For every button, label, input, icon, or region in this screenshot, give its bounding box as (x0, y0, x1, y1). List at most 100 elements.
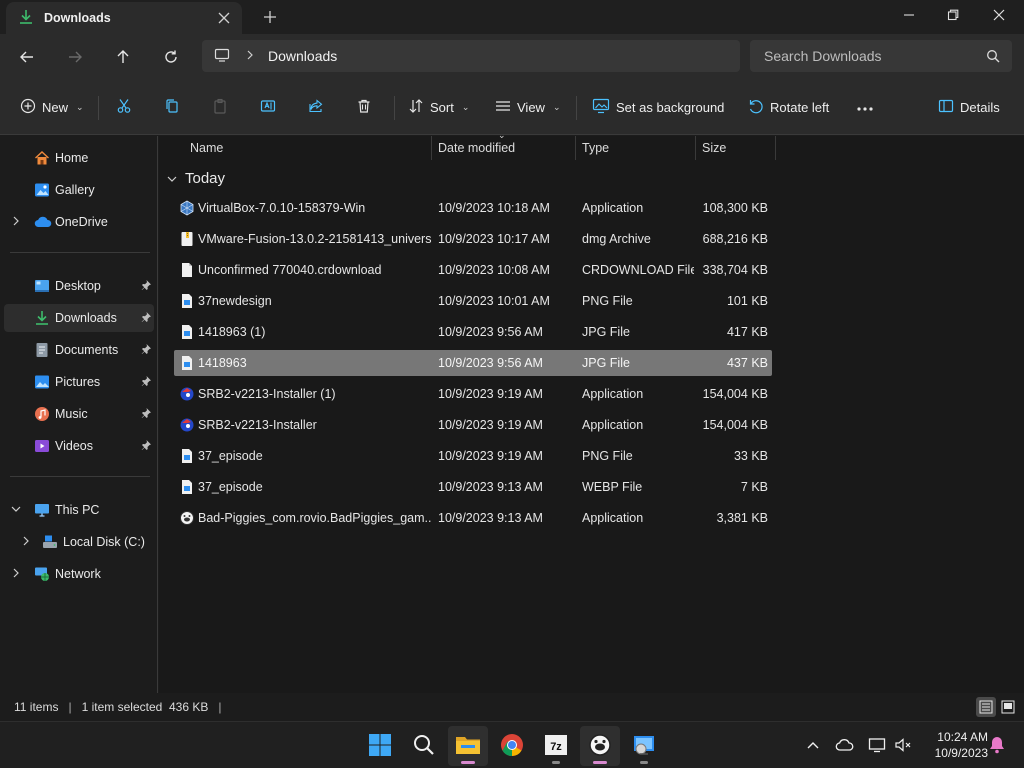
new-button[interactable]: New ⌄ (20, 93, 84, 121)
file-name: Unconfirmed 770040.crdownload (198, 263, 382, 277)
chrome-icon (500, 733, 524, 760)
copy-button[interactable] (164, 93, 180, 121)
up-button[interactable] (108, 43, 138, 71)
start-button[interactable] (360, 726, 400, 766)
pin-icon[interactable] (140, 311, 152, 326)
paste-button[interactable] (212, 93, 228, 121)
file-name: VMware-Fusion-13.0.2-21581413_universal (198, 232, 432, 246)
sidebar-item-gallery[interactable]: Gallery (4, 176, 154, 204)
cut-button[interactable] (116, 93, 132, 121)
file-size: 437 KB (726, 356, 768, 370)
rotate-left-button[interactable]: Rotate left (748, 93, 829, 121)
forward-button[interactable] (60, 43, 90, 71)
taskbar-file-explorer[interactable] (448, 726, 488, 766)
file-row[interactable]: 37_episode 10/9/2023 9:19 AM PNG File 33… (174, 443, 772, 469)
file-row[interactable]: 37_episode 10/9/2023 9:13 AM WEBP File 7… (174, 474, 772, 500)
divider (10, 476, 150, 477)
taskbar-installer[interactable] (624, 726, 664, 766)
volume-muted-icon[interactable] (892, 734, 914, 756)
pictures-icon (34, 374, 50, 390)
search-placeholder: Search Downloads (764, 48, 882, 64)
wallpaper-icon (592, 98, 610, 117)
pin-icon[interactable] (140, 439, 152, 454)
close-window-button[interactable] (976, 0, 1022, 30)
sidebar-item-local-disk[interactable]: Local Disk (C:) (4, 528, 154, 556)
pin-icon[interactable] (140, 279, 152, 294)
taskbar-bad-piggies[interactable] (580, 726, 620, 766)
maximize-button[interactable] (930, 0, 976, 30)
clock[interactable]: 10:24 AM 10/9/2023 (918, 729, 988, 761)
rename-button[interactable] (260, 93, 276, 121)
display-tray-icon[interactable] (866, 734, 888, 756)
file-row-selected[interactable]: 1418963 10/9/2023 9:56 AM JPG File 437 K… (174, 350, 772, 376)
tab-downloads[interactable]: Downloads (6, 2, 242, 34)
sidebar-item-network[interactable]: Network (4, 560, 154, 588)
breadcrumb-downloads[interactable]: Downloads (268, 48, 337, 64)
chevron-down-icon[interactable] (10, 505, 22, 516)
file-row[interactable]: 1418963 (1) 10/9/2023 9:56 AM JPG File 4… (174, 319, 772, 345)
show-hidden-icons-button[interactable] (802, 734, 824, 756)
file-row[interactable]: SRB2-v2213-Installer (1) 10/9/2023 9:19 … (174, 381, 772, 407)
onedrive-tray-icon[interactable] (834, 734, 856, 756)
chevron-right-icon[interactable] (10, 568, 22, 581)
file-type: dmg Archive (582, 232, 651, 246)
sidebar-item-label: Documents (55, 343, 119, 357)
details-label: Details (960, 99, 1000, 115)
pin-icon[interactable] (140, 375, 152, 390)
details-pane-button[interactable]: Details (938, 93, 1000, 121)
file-row[interactable]: Unconfirmed 770040.crdownload 10/9/2023 … (174, 257, 772, 283)
pin-icon[interactable] (140, 407, 152, 422)
minimize-button[interactable] (886, 0, 932, 30)
active-indicator (461, 761, 475, 764)
item-count: 11 items (14, 700, 59, 714)
sidebar-item-videos[interactable]: Videos (4, 432, 154, 460)
file-type: Application (582, 387, 644, 401)
share-button[interactable] (308, 93, 324, 121)
taskbar-chrome[interactable] (492, 726, 532, 766)
sidebar-item-this-pc[interactable]: This PC (4, 496, 154, 524)
pin-icon[interactable] (140, 343, 152, 358)
file-row[interactable]: VirtualBox-7.0.10-158379-Win 10/9/2023 1… (174, 195, 772, 221)
refresh-button[interactable] (156, 43, 186, 71)
sidebar-item-music[interactable]: Music (4, 400, 154, 428)
taskbar-search-button[interactable] (404, 726, 444, 766)
sidebar-item-onedrive[interactable]: OneDrive (4, 208, 154, 236)
notification-bell-icon[interactable] (986, 734, 1008, 756)
details-view-button[interactable] (976, 697, 996, 717)
taskbar-7zip[interactable]: 7z (536, 726, 576, 766)
back-button[interactable] (12, 43, 42, 71)
close-tab-icon[interactable] (214, 8, 234, 28)
column-header-date[interactable]: Date modified ⌄ (432, 130, 576, 160)
search-input[interactable]: Search Downloads (750, 40, 1012, 72)
sidebar-item-downloads[interactable]: Downloads (4, 304, 154, 332)
active-indicator (593, 761, 607, 764)
file-row[interactable]: 37newdesign 10/9/2023 10:01 AM PNG File … (174, 288, 772, 314)
column-header-size[interactable]: Size (696, 136, 776, 160)
chevron-down-icon (167, 170, 177, 187)
large-icons-view-button[interactable] (998, 697, 1018, 717)
sidebar-item-desktop[interactable]: Desktop (4, 272, 154, 300)
chevron-down-icon: ⌄ (552, 101, 561, 112)
file-row[interactable]: Bad-Piggies_com.rovio.BadPiggies_gam... … (174, 505, 772, 531)
set-as-background-button[interactable]: Set as background (592, 93, 724, 121)
sidebar-item-pictures[interactable]: Pictures (4, 368, 154, 396)
sidebar-item-documents[interactable]: Documents (4, 336, 154, 364)
chevron-right-icon[interactable] (20, 536, 32, 549)
delete-button[interactable] (356, 93, 372, 121)
file-row[interactable]: VMware-Fusion-13.0.2-21581413_universal … (174, 226, 772, 252)
column-header-type[interactable]: Type (576, 136, 696, 160)
sort-button[interactable]: Sort ⌄ (408, 93, 469, 121)
sidebar-item-home[interactable]: Home (4, 144, 154, 172)
view-button[interactable]: View ⌄ (495, 93, 561, 121)
more-options-button[interactable] (856, 93, 874, 121)
file-size: 154,004 KB (702, 387, 768, 401)
address-bar[interactable]: Downloads (202, 40, 740, 72)
chevron-right-icon[interactable] (10, 216, 22, 229)
svg-text:7z: 7z (550, 741, 562, 753)
monitor-icon (214, 47, 230, 66)
file-row[interactable]: SRB2-v2213-Installer 10/9/2023 9:19 AM A… (174, 412, 772, 438)
new-tab-button[interactable] (258, 6, 282, 28)
column-header-name[interactable]: Name (184, 136, 432, 160)
sort-icon (408, 98, 424, 117)
group-header-today[interactable]: Today (167, 170, 225, 187)
